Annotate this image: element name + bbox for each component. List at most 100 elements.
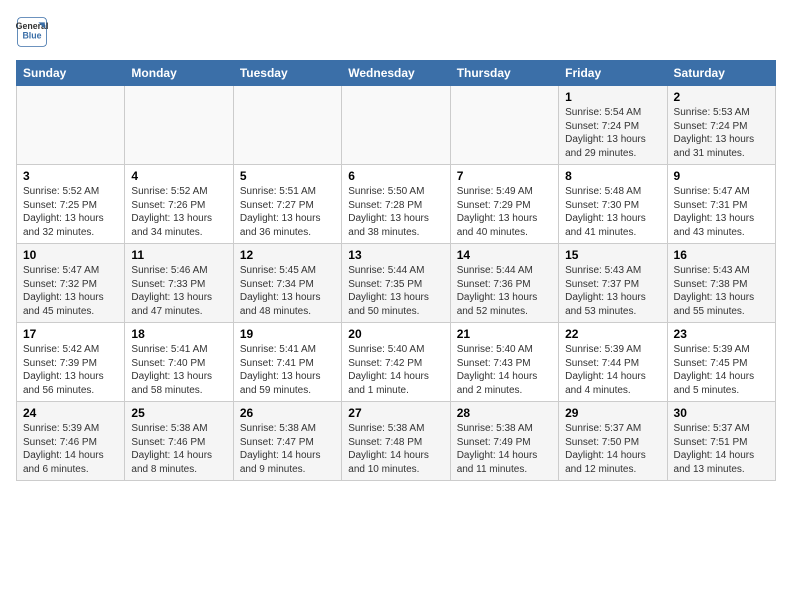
day-info: Sunrise: 5:46 AM Sunset: 7:33 PM Dayligh… <box>131 264 226 318</box>
day-number: 21 <box>457 327 552 341</box>
day-info: Sunrise: 5:48 AM Sunset: 7:30 PM Dayligh… <box>565 185 660 239</box>
day-number: 8 <box>565 169 660 183</box>
day-info: Sunrise: 5:42 AM Sunset: 7:39 PM Dayligh… <box>23 343 118 397</box>
day-number: 11 <box>131 248 226 262</box>
calendar-week-5: 24 Sunrise: 5:39 AM Sunset: 7:46 PM Dayli… <box>17 402 776 481</box>
header-wednesday: Wednesday <box>342 61 450 86</box>
day-number: 12 <box>240 248 335 262</box>
day-number: 9 <box>674 169 769 183</box>
calendar-cell: 8 Sunrise: 5:48 AM Sunset: 7:30 PM Daylig… <box>559 165 667 244</box>
day-number: 4 <box>131 169 226 183</box>
calendar-cell <box>450 86 558 165</box>
calendar-week-1: 1 Sunrise: 5:54 AM Sunset: 7:24 PM Daylig… <box>17 86 776 165</box>
day-info: Sunrise: 5:54 AM Sunset: 7:24 PM Dayligh… <box>565 106 660 160</box>
svg-text:Blue: Blue <box>22 30 41 40</box>
day-info: Sunrise: 5:44 AM Sunset: 7:36 PM Dayligh… <box>457 264 552 318</box>
calendar-cell: 7 Sunrise: 5:49 AM Sunset: 7:29 PM Daylig… <box>450 165 558 244</box>
logo-icon: General Blue <box>16 16 48 48</box>
day-number: 2 <box>674 90 769 104</box>
day-number: 5 <box>240 169 335 183</box>
day-info: Sunrise: 5:51 AM Sunset: 7:27 PM Dayligh… <box>240 185 335 239</box>
calendar-cell: 5 Sunrise: 5:51 AM Sunset: 7:27 PM Daylig… <box>233 165 341 244</box>
header-saturday: Saturday <box>667 61 775 86</box>
day-number: 20 <box>348 327 443 341</box>
day-number: 27 <box>348 406 443 420</box>
page-header: General Blue <box>16 16 776 48</box>
day-number: 17 <box>23 327 118 341</box>
day-info: Sunrise: 5:38 AM Sunset: 7:47 PM Dayligh… <box>240 422 335 476</box>
logo: General Blue <box>16 16 48 48</box>
day-info: Sunrise: 5:41 AM Sunset: 7:40 PM Dayligh… <box>131 343 226 397</box>
day-info: Sunrise: 5:38 AM Sunset: 7:48 PM Dayligh… <box>348 422 443 476</box>
day-number: 19 <box>240 327 335 341</box>
day-info: Sunrise: 5:49 AM Sunset: 7:29 PM Dayligh… <box>457 185 552 239</box>
day-info: Sunrise: 5:40 AM Sunset: 7:42 PM Dayligh… <box>348 343 443 397</box>
calendar-cell: 23 Sunrise: 5:39 AM Sunset: 7:45 PM Dayli… <box>667 323 775 402</box>
calendar-cell: 1 Sunrise: 5:54 AM Sunset: 7:24 PM Daylig… <box>559 86 667 165</box>
calendar-cell: 11 Sunrise: 5:46 AM Sunset: 7:33 PM Dayli… <box>125 244 233 323</box>
calendar-cell: 25 Sunrise: 5:38 AM Sunset: 7:46 PM Dayli… <box>125 402 233 481</box>
day-info: Sunrise: 5:40 AM Sunset: 7:43 PM Dayligh… <box>457 343 552 397</box>
calendar-cell: 4 Sunrise: 5:52 AM Sunset: 7:26 PM Daylig… <box>125 165 233 244</box>
calendar-cell: 20 Sunrise: 5:40 AM Sunset: 7:42 PM Dayli… <box>342 323 450 402</box>
calendar-cell: 13 Sunrise: 5:44 AM Sunset: 7:35 PM Dayli… <box>342 244 450 323</box>
calendar-cell: 17 Sunrise: 5:42 AM Sunset: 7:39 PM Dayli… <box>17 323 125 402</box>
calendar-week-2: 3Sunrise: 5:52 AM Sunset: 7:25 PM Daylig… <box>17 165 776 244</box>
day-number: 16 <box>674 248 769 262</box>
calendar-cell: 16 Sunrise: 5:43 AM Sunset: 7:38 PM Dayli… <box>667 244 775 323</box>
day-info: Sunrise: 5:50 AM Sunset: 7:28 PM Dayligh… <box>348 185 443 239</box>
day-info: Sunrise: 5:53 AM Sunset: 7:24 PM Dayligh… <box>674 106 769 160</box>
calendar-header-row: SundayMondayTuesdayWednesdayThursdayFrid… <box>17 61 776 86</box>
day-info: Sunrise: 5:47 AM Sunset: 7:31 PM Dayligh… <box>674 185 769 239</box>
day-number: 13 <box>348 248 443 262</box>
day-info: Sunrise: 5:43 AM Sunset: 7:38 PM Dayligh… <box>674 264 769 318</box>
calendar-cell: 2 Sunrise: 5:53 AM Sunset: 7:24 PM Daylig… <box>667 86 775 165</box>
day-info: Sunrise: 5:44 AM Sunset: 7:35 PM Dayligh… <box>348 264 443 318</box>
day-info: Sunrise: 5:37 AM Sunset: 7:51 PM Dayligh… <box>674 422 769 476</box>
calendar-cell: 3Sunrise: 5:52 AM Sunset: 7:25 PM Daylig… <box>17 165 125 244</box>
calendar-cell: 6 Sunrise: 5:50 AM Sunset: 7:28 PM Daylig… <box>342 165 450 244</box>
day-number: 28 <box>457 406 552 420</box>
header-friday: Friday <box>559 61 667 86</box>
calendar-week-4: 17 Sunrise: 5:42 AM Sunset: 7:39 PM Dayli… <box>17 323 776 402</box>
day-number: 22 <box>565 327 660 341</box>
calendar-cell: 22 Sunrise: 5:39 AM Sunset: 7:44 PM Dayli… <box>559 323 667 402</box>
header-tuesday: Tuesday <box>233 61 341 86</box>
calendar-cell: 15 Sunrise: 5:43 AM Sunset: 7:37 PM Dayli… <box>559 244 667 323</box>
day-number: 30 <box>674 406 769 420</box>
day-info: Sunrise: 5:38 AM Sunset: 7:46 PM Dayligh… <box>131 422 226 476</box>
day-number: 23 <box>674 327 769 341</box>
day-info: Sunrise: 5:45 AM Sunset: 7:34 PM Dayligh… <box>240 264 335 318</box>
day-number: 25 <box>131 406 226 420</box>
calendar-cell: 10Sunrise: 5:47 AM Sunset: 7:32 PM Dayli… <box>17 244 125 323</box>
day-info: Sunrise: 5:38 AM Sunset: 7:49 PM Dayligh… <box>457 422 552 476</box>
calendar-cell: 27 Sunrise: 5:38 AM Sunset: 7:48 PM Dayli… <box>342 402 450 481</box>
header-sunday: Sunday <box>17 61 125 86</box>
day-number: 29 <box>565 406 660 420</box>
calendar-cell <box>125 86 233 165</box>
day-number: 6 <box>348 169 443 183</box>
header-thursday: Thursday <box>450 61 558 86</box>
calendar-cell: 24 Sunrise: 5:39 AM Sunset: 7:46 PM Dayli… <box>17 402 125 481</box>
day-number: 15 <box>565 248 660 262</box>
day-number: 26 <box>240 406 335 420</box>
calendar-cell: 14Sunrise: 5:44 AM Sunset: 7:36 PM Dayli… <box>450 244 558 323</box>
day-info: Sunrise: 5:37 AM Sunset: 7:50 PM Dayligh… <box>565 422 660 476</box>
day-info: Sunrise: 5:41 AM Sunset: 7:41 PM Dayligh… <box>240 343 335 397</box>
header-monday: Monday <box>125 61 233 86</box>
day-number: 1 <box>565 90 660 104</box>
day-number: 7 <box>457 169 552 183</box>
day-info: Sunrise: 5:39 AM Sunset: 7:45 PM Dayligh… <box>674 343 769 397</box>
day-number: 3 <box>23 169 118 183</box>
calendar-cell: 28 Sunrise: 5:38 AM Sunset: 7:49 PM Dayli… <box>450 402 558 481</box>
day-info: Sunrise: 5:52 AM Sunset: 7:26 PM Dayligh… <box>131 185 226 239</box>
day-info: Sunrise: 5:39 AM Sunset: 7:44 PM Dayligh… <box>565 343 660 397</box>
calendar-cell: 30 Sunrise: 5:37 AM Sunset: 7:51 PM Dayli… <box>667 402 775 481</box>
calendar-cell <box>233 86 341 165</box>
day-number: 24 <box>23 406 118 420</box>
day-info: Sunrise: 5:43 AM Sunset: 7:37 PM Dayligh… <box>565 264 660 318</box>
calendar-cell <box>17 86 125 165</box>
calendar-cell: 21 Sunrise: 5:40 AM Sunset: 7:43 PM Dayli… <box>450 323 558 402</box>
day-info: Sunrise: 5:39 AM Sunset: 7:46 PM Dayligh… <box>23 422 118 476</box>
day-info: Sunrise: 5:47 AM Sunset: 7:32 PM Dayligh… <box>23 264 118 318</box>
